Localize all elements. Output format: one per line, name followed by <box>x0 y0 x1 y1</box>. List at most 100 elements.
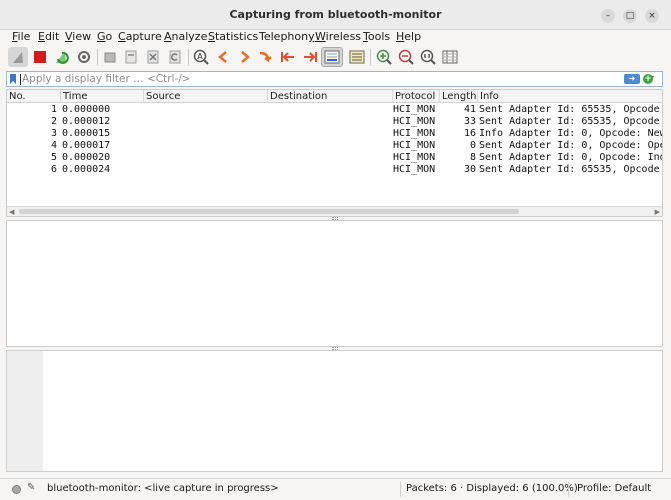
cell-time: 0.000017 <box>62 140 111 151</box>
cell-length: 30 <box>463 164 476 175</box>
go-back-icon[interactable] <box>213 47 233 67</box>
packet-bytes-pane[interactable] <box>6 350 663 472</box>
capture-status-text: bluetooth-monitor: <live capture in prog… <box>47 483 279 494</box>
menu-telephony[interactable]: Telephony <box>259 30 315 44</box>
menu-bar: File Edit View Go Capture Analyze Statis… <box>0 30 671 44</box>
add-filter-button-icon[interactable]: + <box>643 74 653 84</box>
toolbar-separator <box>188 49 189 65</box>
restart-capture-icon[interactable] <box>52 47 72 67</box>
cell-no: 1 <box>50 104 57 115</box>
column-header-destination[interactable]: Destination <box>268 90 393 103</box>
display-filter-input[interactable]: Apply a display filter … <Ctrl-/> ➜ ▾ <box>6 71 663 87</box>
reload-file-icon[interactable] <box>165 47 185 67</box>
scroll-right-icon[interactable]: ▶ <box>655 207 660 217</box>
packets-count-text: Packets: 6 · Displayed: 6 (100.0%) <box>406 483 578 494</box>
cell-info: Sent Adapter Id: 0, Opcode: Inde <box>479 152 662 163</box>
menu-view[interactable]: View <box>65 30 91 44</box>
bookmark-icon[interactable] <box>10 74 16 84</box>
capture-options-icon[interactable] <box>74 47 94 67</box>
scroll-left-icon[interactable]: ◀ <box>9 207 14 217</box>
expert-info-icon[interactable] <box>12 485 21 494</box>
zoom-in-icon[interactable] <box>374 47 394 67</box>
cell-time: 0.000020 <box>62 152 111 163</box>
close-file-icon[interactable] <box>143 47 163 67</box>
packet-row[interactable]: 4 0.000017 HCI_MON 0 Sent Adapter Id: 0,… <box>7 140 662 152</box>
horizontal-scrollbar[interactable]: ◀ ▶ <box>7 206 662 216</box>
auto-scroll-icon[interactable] <box>321 47 343 67</box>
zoom-out-icon[interactable] <box>396 47 416 67</box>
cell-length: 33 <box>463 116 476 127</box>
packet-list-header: No. Time Source Destination Protocol Len… <box>7 90 662 103</box>
cell-time: 0.000015 <box>62 128 111 139</box>
cell-time: 0.000024 <box>62 164 111 175</box>
packet-row[interactable]: 1 0.000000 HCI_MON 41 Sent Adapter Id: 6… <box>7 104 662 116</box>
column-header-time[interactable]: Time <box>61 90 144 103</box>
first-packet-icon[interactable] <box>278 47 298 67</box>
profile-text[interactable]: Profile: Default <box>577 483 651 494</box>
cell-length: 0 <box>469 140 476 151</box>
cell-info: Info Adapter Id: 0, Opcode: New <box>479 128 662 139</box>
cell-source <box>144 128 266 140</box>
start-capture-icon[interactable] <box>8 47 28 67</box>
minimize-icon[interactable]: – <box>601 9 615 23</box>
cell-no: 5 <box>50 152 57 163</box>
cell-protocol: HCI_MON <box>393 104 436 115</box>
column-header-source[interactable]: Source <box>144 90 268 103</box>
cell-source <box>144 104 266 116</box>
cell-source <box>144 164 266 176</box>
cell-source <box>144 116 266 128</box>
svg-text:A: A <box>197 52 203 61</box>
cell-destination <box>268 104 391 116</box>
stop-capture-icon[interactable] <box>30 47 50 67</box>
last-packet-icon[interactable] <box>300 47 320 67</box>
resize-columns-icon[interactable] <box>440 47 460 67</box>
status-bar: ✎ bluetooth-monitor: <live capture in pr… <box>0 478 671 500</box>
colorize-icon[interactable] <box>347 47 367 67</box>
column-header-length[interactable]: Length <box>440 90 478 103</box>
scrollbar-thumb[interactable] <box>19 209 519 214</box>
maximize-icon[interactable]: □ <box>623 9 637 23</box>
open-file-icon[interactable] <box>100 47 120 67</box>
menu-file[interactable]: File <box>12 30 30 44</box>
menu-help[interactable]: Help <box>396 30 421 44</box>
window-title: Capturing from bluetooth-monitor <box>229 8 442 21</box>
column-header-protocol[interactable]: Protocol <box>393 90 440 103</box>
go-forward-icon[interactable] <box>235 47 255 67</box>
packet-row[interactable]: 5 0.000020 HCI_MON 8 Sent Adapter Id: 0,… <box>7 152 662 164</box>
cell-info: Sent Adapter Id: 65535, Opcode: <box>479 116 662 127</box>
menu-capture[interactable]: Capture <box>118 30 162 44</box>
normal-size-icon[interactable] <box>418 47 438 67</box>
packet-details-pane[interactable] <box>6 220 663 347</box>
apply-filter-icon[interactable]: ➜ <box>624 74 640 84</box>
packet-row[interactable]: 3 0.000015 HCI_MON 16 Info Adapter Id: 0… <box>7 128 662 140</box>
go-to-packet-icon[interactable] <box>256 47 276 67</box>
cell-protocol: HCI_MON <box>393 128 436 139</box>
find-packet-icon[interactable]: A <box>191 47 211 67</box>
packet-row[interactable]: 2 0.000012 HCI_MON 33 Sent Adapter Id: 6… <box>7 116 662 128</box>
cell-time: 0.000000 <box>62 104 111 115</box>
cell-length: 16 <box>463 128 476 139</box>
close-icon[interactable]: × <box>645 9 659 23</box>
packet-list[interactable]: No. Time Source Destination Protocol Len… <box>6 89 663 217</box>
capture-comment-icon[interactable]: ✎ <box>27 482 35 493</box>
packet-row[interactable]: 6 0.000024 HCI_MON 30 Sent Adapter Id: 6… <box>7 164 662 176</box>
cell-destination <box>268 152 391 164</box>
cell-source <box>144 140 266 152</box>
menu-edit[interactable]: Edit <box>38 30 59 44</box>
cell-info: Sent Adapter Id: 65535, Opcode: <box>479 104 662 115</box>
toolbar-separator <box>97 49 98 65</box>
menu-analyze[interactable]: Analyze <box>164 30 207 44</box>
cell-no: 4 <box>50 140 57 151</box>
column-header-no[interactable]: No. <box>7 90 61 103</box>
cell-length: 8 <box>469 152 476 163</box>
cell-protocol: HCI_MON <box>393 116 436 127</box>
menu-wireless[interactable]: Wireless <box>315 30 361 44</box>
cell-protocol: HCI_MON <box>393 152 436 163</box>
menu-statistics[interactable]: Statistics <box>208 30 258 44</box>
save-file-icon[interactable] <box>121 47 141 67</box>
menu-go[interactable]: Go <box>97 30 112 44</box>
text-cursor <box>20 74 21 85</box>
column-header-info[interactable]: Info <box>478 90 662 103</box>
menu-tools[interactable]: Tools <box>363 30 390 44</box>
main-toolbar: A <box>0 45 671 69</box>
